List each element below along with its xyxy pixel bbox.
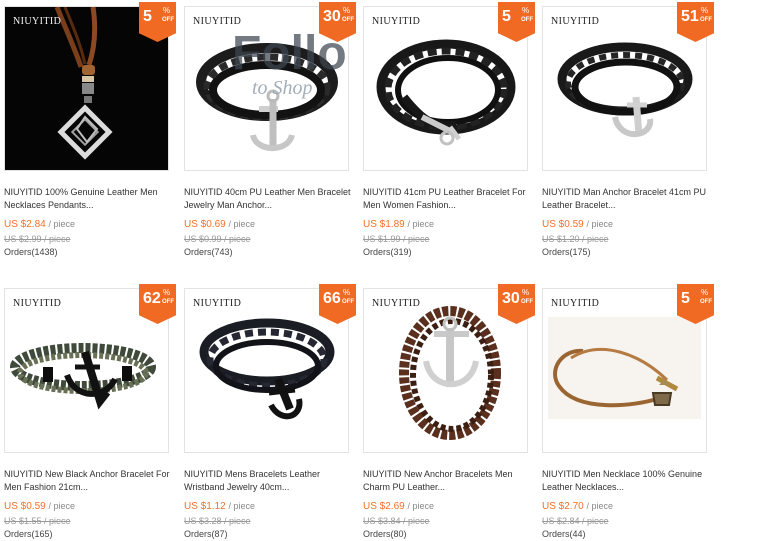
product-title-link[interactable]: NIUYITID 100% Genuine Leather Men Neckla… — [4, 186, 174, 212]
discount-percent: 30 — [502, 290, 520, 307]
off-label: OFF — [521, 17, 533, 23]
product-price: US $2.84 / piece — [4, 217, 174, 232]
off-label: OFF — [162, 299, 174, 305]
product-price: US $1.12 / piece — [184, 499, 354, 514]
product-price: US $2.70 / piece — [542, 499, 712, 514]
brand-logo: NIUYITID — [13, 298, 62, 309]
discount-percent: 66 — [323, 290, 341, 307]
brand-logo: NIUYITID — [193, 16, 242, 27]
original-price: US $3.84 / piece — [363, 516, 430, 526]
original-price: US $2.84 / piece — [542, 516, 609, 526]
discount-percent: 5 — [681, 290, 690, 307]
price-unit: / piece — [48, 219, 76, 229]
product-price: US $1.89 / piece — [363, 217, 533, 232]
brand-logo: NIUYITID — [193, 298, 242, 309]
order-count: Orders(743) — [184, 247, 233, 257]
product-price: US $0.69 / piece — [184, 217, 354, 232]
discount-percent: 62 — [143, 290, 161, 307]
product-title-link[interactable]: NIUYITID New Black Anchor Bracelet For M… — [4, 468, 174, 494]
product-title-link[interactable]: NIUYITID New Anchor Bracelets Men Charm … — [363, 468, 533, 494]
original-price: US $3.28 / piece — [184, 516, 251, 526]
product-title-link[interactable]: NIUYITID Man Anchor Bracelet 41cm PU Lea… — [542, 186, 712, 212]
off-label: OFF — [700, 299, 712, 305]
off-label: OFF — [342, 299, 354, 305]
percent-symbol: % — [163, 288, 171, 297]
brand-logo: NIUYITID — [13, 16, 62, 27]
percent-symbol: % — [522, 288, 530, 297]
price-unit: / piece — [407, 501, 435, 511]
discount-percent: 5 — [502, 8, 511, 25]
price-value: US $1.12 — [184, 501, 226, 512]
price-value: US $0.59 — [542, 219, 584, 230]
product-price: US $0.59 / piece — [542, 217, 712, 232]
price-value: US $2.70 — [542, 501, 584, 512]
product-price: US $0.59 / piece — [4, 499, 174, 514]
original-price: US $0.99 / piece — [184, 234, 251, 244]
order-count: Orders(319) — [363, 247, 412, 257]
product-title-link[interactable]: NIUYITID Mens Bracelets Leather Wristban… — [184, 468, 354, 494]
original-price: US $1.99 / piece — [363, 234, 430, 244]
discount-percent: 5 — [143, 8, 152, 25]
percent-symbol: % — [163, 6, 171, 15]
percent-symbol: % — [343, 288, 351, 297]
original-price: US $2.99 / piece — [4, 234, 71, 244]
brand-logo: NIUYITID — [372, 298, 421, 309]
brand-logo: NIUYITID — [551, 298, 600, 309]
product-title-link[interactable]: NIUYITID 40cm PU Leather Men Bracelet Je… — [184, 186, 354, 212]
price-value: US $2.69 — [363, 501, 405, 512]
original-price: US $1.20 / piece — [542, 234, 609, 244]
price-value: US $2.84 — [4, 219, 46, 230]
percent-symbol: % — [522, 6, 530, 15]
price-unit: / piece — [407, 219, 435, 229]
discount-percent: 30 — [323, 8, 341, 25]
original-price: US $1.55 / piece — [4, 516, 71, 526]
brand-logo: NIUYITID — [551, 16, 600, 27]
price-unit: / piece — [586, 501, 614, 511]
off-label: OFF — [700, 17, 712, 23]
order-count: Orders(1438) — [4, 247, 58, 257]
order-count: Orders(175) — [542, 247, 591, 257]
price-unit: / piece — [48, 501, 76, 511]
price-value: US $0.69 — [184, 219, 226, 230]
price-value: US $1.89 — [363, 219, 405, 230]
percent-symbol: % — [701, 6, 709, 15]
discount-percent: 51 — [681, 8, 699, 25]
price-unit: / piece — [228, 219, 256, 229]
price-unit: / piece — [586, 219, 614, 229]
off-label: OFF — [162, 17, 174, 23]
product-price: US $2.69 / piece — [363, 499, 533, 514]
price-value: US $0.59 — [4, 501, 46, 512]
off-label: OFF — [342, 17, 354, 23]
percent-symbol: % — [343, 6, 351, 15]
brand-logo: NIUYITID — [372, 16, 421, 27]
price-unit: / piece — [228, 501, 256, 511]
percent-symbol: % — [701, 288, 709, 297]
product-title-link[interactable]: NIUYITID Men Necklace 100% Genuine Leath… — [542, 468, 712, 494]
product-title-link[interactable]: NIUYITID 41cm PU Leather Bracelet For Me… — [363, 186, 533, 212]
off-label: OFF — [521, 299, 533, 305]
